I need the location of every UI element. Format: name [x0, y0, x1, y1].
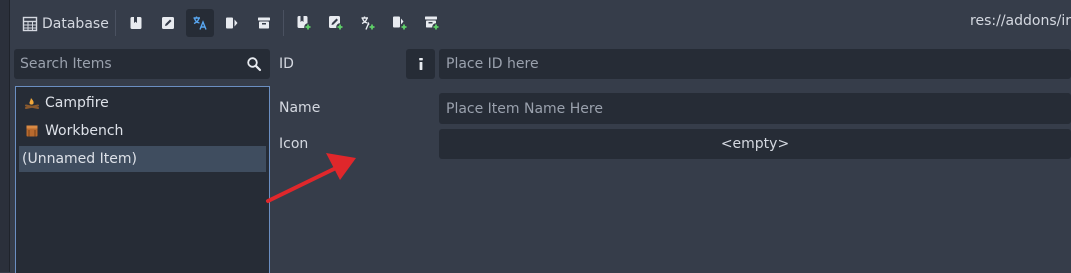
- edit-button[interactable]: [154, 9, 182, 37]
- list-item-label: Workbench: [45, 123, 124, 139]
- info-icon: [418, 58, 423, 70]
- resource-path: res://addons/ir: [970, 13, 1071, 29]
- toolbar: Database res://addons/ir: [10, 0, 1071, 45]
- add-translation-icon: [361, 16, 376, 31]
- name-label: Name: [279, 100, 321, 116]
- export-button[interactable]: [218, 9, 246, 37]
- add-bookmark-icon: [297, 16, 312, 31]
- add-archive-button[interactable]: [418, 9, 446, 37]
- icon-label: Icon: [279, 136, 309, 152]
- add-export-button[interactable]: [386, 9, 414, 37]
- name-field[interactable]: [439, 93, 1071, 124]
- edit-icon: [162, 17, 174, 29]
- toolbar-separator: [115, 10, 116, 36]
- toolbar-separator: [283, 10, 284, 36]
- add-edit-button[interactable]: [322, 9, 350, 37]
- id-field[interactable]: [439, 49, 1071, 79]
- export-icon: [226, 17, 238, 29]
- list-item-label: Campfire: [45, 95, 109, 111]
- search-input[interactable]: [20, 49, 240, 79]
- database-label: Database: [42, 16, 109, 32]
- left-dock-edge: [0, 0, 9, 272]
- translation-button[interactable]: [186, 9, 214, 37]
- add-archive-icon: [425, 16, 440, 31]
- database-button[interactable]: Database: [22, 13, 109, 35]
- icon-resource-picker[interactable]: <empty>: [439, 129, 1071, 159]
- archive-button[interactable]: [250, 9, 278, 37]
- list-item-workbench[interactable]: Workbench: [19, 118, 266, 144]
- bookmark-icon: [130, 17, 142, 29]
- search-box: [14, 49, 270, 79]
- id-info-button[interactable]: [406, 49, 435, 79]
- add-export-icon: [393, 16, 408, 31]
- id-label: ID: [279, 56, 294, 72]
- list-item-campfire[interactable]: Campfire: [19, 90, 266, 116]
- workbench-icon: [26, 125, 38, 137]
- database-icon: [22, 16, 38, 32]
- icon-value: <empty>: [720, 136, 790, 152]
- list-item-label: (Unnamed Item): [22, 151, 137, 167]
- archive-icon: [258, 17, 270, 29]
- item-list: Campfire Workbench (Unnamed Item): [15, 86, 270, 273]
- add-translation-button[interactable]: [354, 9, 382, 37]
- add-bookmark-button[interactable]: [290, 9, 318, 37]
- translation-icon: [193, 16, 207, 30]
- list-item-unnamed[interactable]: (Unnamed Item): [19, 146, 266, 172]
- bookmark-button[interactable]: [122, 9, 150, 37]
- add-edit-icon: [329, 16, 344, 31]
- search-icon[interactable]: [246, 56, 262, 72]
- campfire-icon: [25, 98, 39, 109]
